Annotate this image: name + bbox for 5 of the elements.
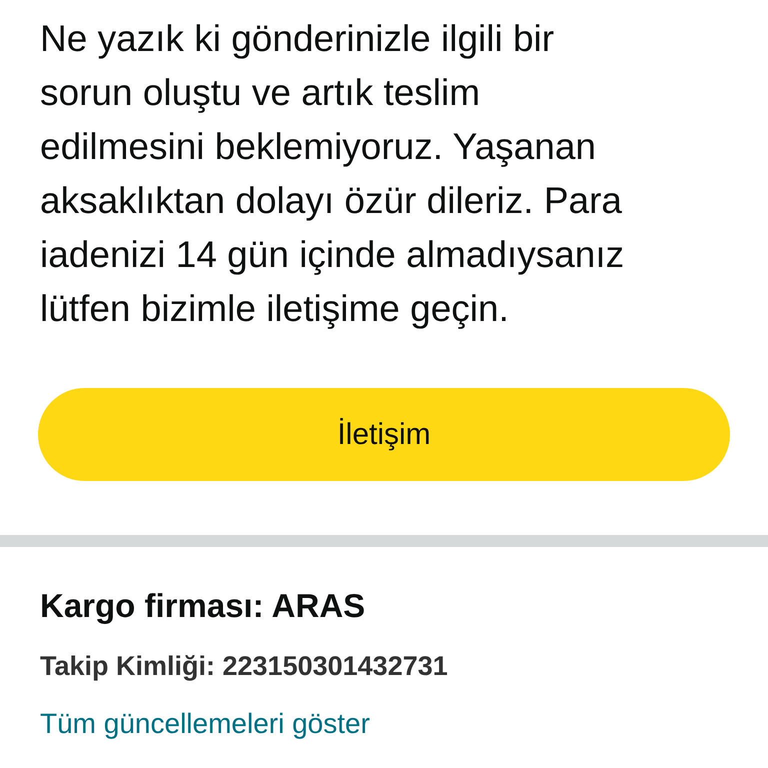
carrier-heading: Kargo firması: ARAS bbox=[40, 587, 366, 625]
message-text: Ne yazık ki gönderinizle ilgili bir sorun oluştu ve artık teslim edilmesini beklemiyoruz. Yaşanan aksaklıktan dolayı özür dileriz. Para iadenizi 14 gün içinde almadıysanız lütfen bizimle iletişime geçin. bbox=[40, 17, 626, 331]
show-updates-link[interactable]: Tüm güncellemeleri göster bbox=[40, 708, 370, 740]
tracking-id-text: Takip Kimliği: 223150301432731 bbox=[40, 651, 449, 682]
contact-button[interactable]: İletişim bbox=[38, 388, 730, 481]
